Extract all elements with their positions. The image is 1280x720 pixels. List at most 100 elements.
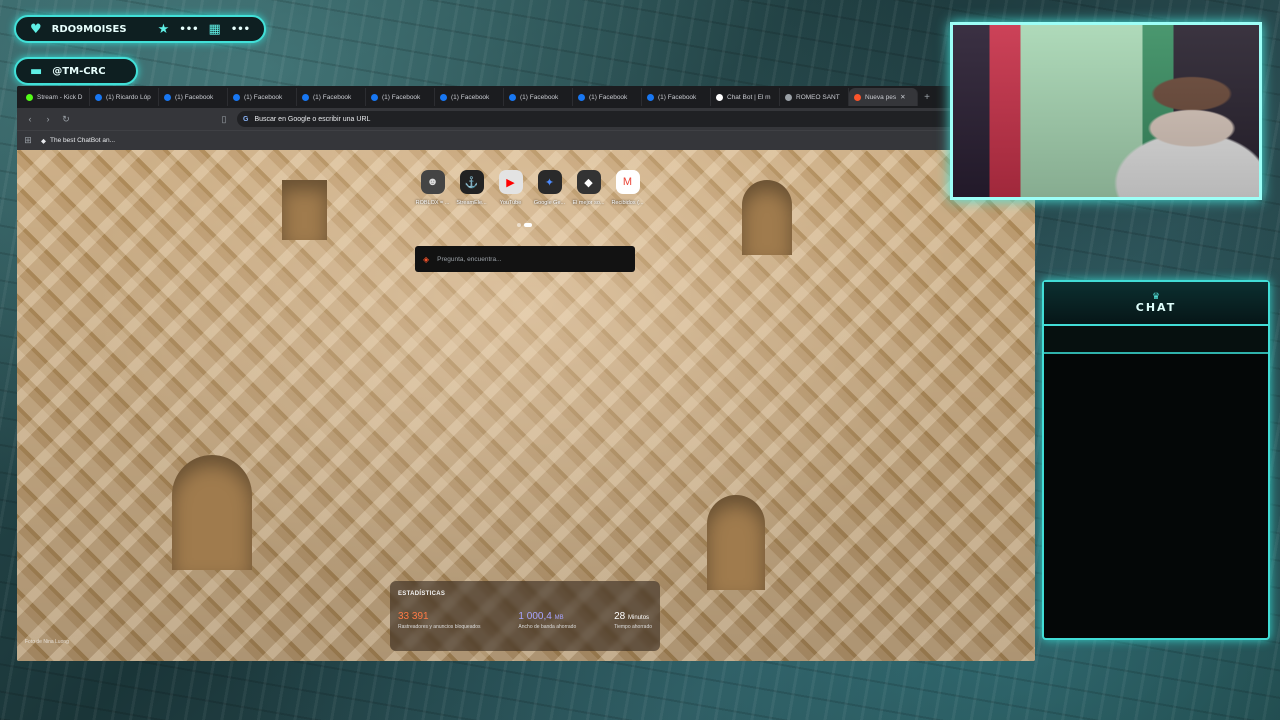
chat-title: CHAT <box>1135 301 1177 314</box>
overlay-extra-1: ••• <box>179 23 199 35</box>
stat-time: 28 Minutos Tiempo ahorrado <box>614 611 652 630</box>
stats-widget: ESTADÍSTICAS 33 391 Rastreadores y anunc… <box>390 581 660 651</box>
reload-icon[interactable]: ↻ <box>61 114 71 125</box>
google-icon: G <box>243 115 249 123</box>
browser-tab-label: ROMEO SANT <box>796 93 840 101</box>
overlay-handle: @TM-CRC <box>52 65 106 77</box>
browser-tab[interactable]: (1) Facebook <box>642 88 711 106</box>
chat-header: ♛ CHAT <box>1044 282 1268 326</box>
bookmarks-bar: ⊞ ◆ The best ChatBot an... <box>17 130 1035 150</box>
kick-icon <box>26 93 33 101</box>
browser-tab-label: (1) Ricardo Lóp <box>106 93 151 101</box>
address-placeholder: Buscar en Google o escribir una URL <box>254 115 371 123</box>
bookmark-chatbot[interactable]: ◆ The best ChatBot an... <box>41 137 115 145</box>
top-site-tile[interactable]: ☻ ROBLOX = ... <box>415 170 450 206</box>
browser-tab[interactable]: (1) Ricardo Lóp <box>90 88 159 106</box>
overlay-user-pill: ♥ RDO9MOISES ★ ••• ▦ ••• <box>14 15 266 43</box>
top-site-label: StreamEle... <box>456 200 487 206</box>
top-site-label: YouTube <box>499 200 522 206</box>
facebook-icon <box>440 93 447 101</box>
browser-tab[interactable]: (1) Facebook <box>228 88 297 106</box>
brave-logo-icon: ◈ <box>423 254 430 264</box>
stat-trackers: 33 391 Rastreadores y anuncios bloqueado… <box>398 611 481 630</box>
top-site-tile[interactable]: M Recibidos (... <box>611 170 644 206</box>
browser-tab-label: (1) Facebook <box>589 93 628 101</box>
browser-tab-label: (1) Facebook <box>382 93 421 101</box>
browser-tab-label: (1) Facebook <box>175 93 214 101</box>
top-site-icon: ▶ <box>498 170 523 194</box>
browser-tab[interactable]: Chat Bot | El m <box>711 88 780 106</box>
browser-tab-label: Chat Bot | El m <box>727 93 771 101</box>
forward-icon[interactable]: › <box>43 114 53 124</box>
gift-icon: ▦ <box>208 21 221 37</box>
chat-panel: ♛ CHAT <box>1042 280 1270 640</box>
brave-icon <box>854 93 861 101</box>
webcam-frame <box>950 22 1262 200</box>
apps-grid-icon[interactable]: ⊞ <box>23 135 33 146</box>
overlay-username: RDO9MOISES <box>51 23 127 35</box>
photo-credit[interactable]: Foto de Nina Luong <box>25 639 69 645</box>
browser-tab-label: Nueva pes <box>865 93 897 101</box>
top-site-icon: ⚓ <box>459 170 484 194</box>
stat-bandwidth-unit: MB <box>554 615 564 621</box>
browser-tab[interactable]: Stream - Kick D <box>21 88 90 106</box>
search-box[interactable]: ◈ Pregunta, encuentra... <box>415 246 635 272</box>
top-site-tile[interactable]: ⚓ StreamEle... <box>456 170 487 206</box>
browser-tab[interactable]: (1) Facebook <box>573 88 642 106</box>
top-site-tile[interactable]: ✦ Google Ge... <box>534 170 565 206</box>
top-sites-pager[interactable] <box>517 223 532 227</box>
facebook-icon <box>233 93 240 101</box>
top-site-tile[interactable]: ◆ El mejor so... <box>572 170 605 206</box>
new-tab-button[interactable]: + <box>918 92 936 103</box>
top-site-tile[interactable]: ▶ YouTube <box>495 170 526 206</box>
browser-tab[interactable]: (1) Facebook <box>504 88 573 106</box>
browser-window: Stream - Kick D (1) Ricardo Lóp (1) Facebo… <box>17 86 1035 661</box>
stat-time-value: 28 <box>614 611 626 622</box>
browser-tab[interactable]: (1) Facebook <box>366 88 435 106</box>
browser-tab[interactable]: ROMEO SANT <box>780 88 849 106</box>
top-site-icon: ✦ <box>537 170 562 194</box>
facebook-icon <box>302 93 309 101</box>
stat-bandwidth-label: Ancho de banda ahorrado <box>518 624 577 630</box>
stat-bandwidth-value: 1 000,4 <box>518 611 552 622</box>
tab-strip: Stream - Kick D (1) Ricardo Lóp (1) Facebo… <box>17 86 1035 108</box>
background-arch <box>282 180 327 240</box>
browser-tab[interactable]: (1) Facebook <box>435 88 504 106</box>
new-tab-page: ☻ ROBLOX = ... ⚓ StreamEle... ▶ YouTube ✦ Googl… <box>17 150 1035 661</box>
background-arch <box>707 495 765 590</box>
top-site-icon: M <box>615 170 640 194</box>
chatbot-icon: ◆ <box>41 137 46 145</box>
browser-tab-label: (1) Facebook <box>451 93 490 101</box>
top-site-icon: ☻ <box>420 170 445 194</box>
browser-tab[interactable]: (1) Facebook <box>297 88 366 106</box>
overlay-extra-2: ••• <box>230 23 250 35</box>
stat-bandwidth: 1 000,4 MB Ancho de banda ahorrado <box>518 611 576 630</box>
top-site-icon: ◆ <box>576 170 601 194</box>
search-placeholder: Pregunta, encuentra... <box>437 255 502 263</box>
browser-tab-label: (1) Facebook <box>313 93 352 101</box>
chatbot-icon <box>716 93 723 101</box>
overlay-handle-pill: ▬ @TM-CRC <box>14 57 138 85</box>
browser-tab[interactable]: Nueva pes ✕ <box>849 88 918 106</box>
facebook-icon <box>371 93 378 101</box>
bookmark-icon[interactable]: ▯ <box>219 114 229 125</box>
stat-time-label: Tiempo ahorrado <box>614 624 652 630</box>
top-site-label: El mejor so... <box>572 200 605 206</box>
globe-icon <box>785 93 792 101</box>
top-site-label: Recibidos (... <box>611 200 644 206</box>
star-icon: ★ <box>157 21 170 37</box>
browser-tab[interactable]: (1) Facebook <box>159 88 228 106</box>
browser-tab-label: (1) Facebook <box>244 93 283 101</box>
chat-bubble-icon: ▬ <box>30 63 43 79</box>
heart-icon: ♥ <box>30 21 42 37</box>
facebook-icon <box>647 93 654 101</box>
address-bar[interactable]: G Buscar en Google o escribir una URL ◈ <box>237 111 973 127</box>
facebook-icon <box>95 93 102 101</box>
stat-time-unit: Minutos <box>628 615 650 621</box>
top-site-label: ROBLOX = ... <box>415 200 450 206</box>
browser-tab-label: (1) Facebook <box>520 93 559 101</box>
browser-tab-label: Stream - Kick D <box>37 93 83 101</box>
background-arch <box>742 180 792 255</box>
close-tab-icon[interactable]: ✕ <box>900 93 905 101</box>
back-icon[interactable]: ‹ <box>25 114 35 124</box>
